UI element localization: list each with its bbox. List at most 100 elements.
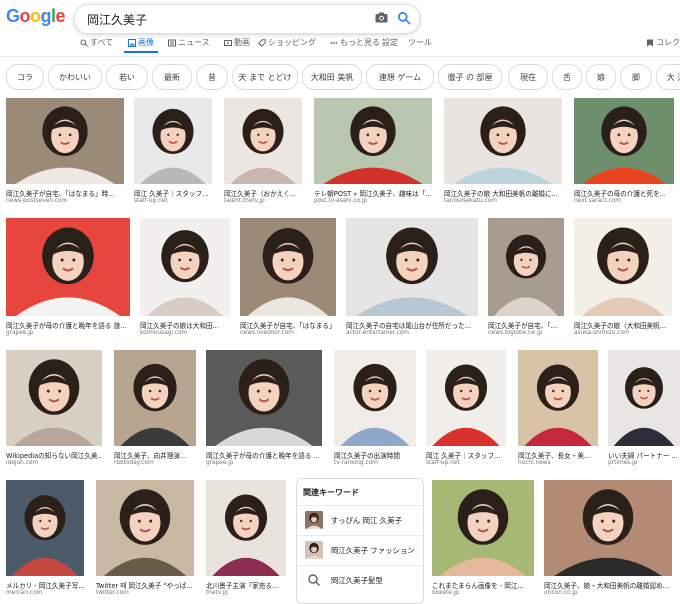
chip[interactable]: 天 まで とどけ [232,64,298,90]
result-title[interactable]: Twitter 때 岡江久美子 "やっぱ... [96,580,194,590]
image-result[interactable]: テレ朝POST » 岡江久美子、趣味は「... post.tv-asahi.co.… [314,98,432,206]
camera-icon[interactable] [375,12,388,23]
image-result[interactable]: Twitter 때 岡江久美子 "やっぱ... twitter.com [96,480,194,598]
result-title[interactable]: 岡江久美子の娘 大和田美帆の離婚に... [444,188,562,198]
result-title[interactable]: 岡江久美子が母の介護と晩年を語る 旅... [6,320,130,330]
result-thumbnail[interactable] [206,480,286,576]
result-title[interactable]: 岡江 久美子｜スタッフ... [426,450,506,460]
related-keyword-item[interactable]: 岡江久美子 ファッション [297,535,423,564]
tab-1[interactable]: すべて [80,37,113,48]
image-result[interactable]: 岡江久美子の娘 大和田美帆の離婚に... tanosiisekatu.com [444,98,562,206]
image-result[interactable]: 岡江久美子の自宅は尾山台が住所だった... actor-entertainer.c… [346,218,478,338]
result-title[interactable]: 岡江久美子（おかえく... [224,188,302,198]
tab-6[interactable]: もっと見る [330,37,380,48]
result-thumbnail[interactable] [6,350,102,446]
result-thumbnail[interactable] [6,218,130,316]
result-thumbnail[interactable] [314,98,432,184]
result-title[interactable]: 岡江久美子、向井理演... [114,450,196,460]
image-result[interactable]: 岡江 久美子｜スタッフ... staff-up.net [426,350,506,468]
chip[interactable]: 大 江戸 [656,64,680,90]
tab-3[interactable]: ニュース [168,37,210,48]
image-result[interactable]: 北川景子主演「家売る... thetv.jp [206,480,286,598]
chip[interactable]: 最新 [152,64,192,90]
result-title[interactable]: 岡江 久美子｜スタッフ... [134,188,212,198]
result-thumbnail[interactable] [488,218,564,316]
chip[interactable]: かわいい [48,64,102,90]
result-title[interactable]: 岡江久美子の娘（大和田美帆... [574,320,672,330]
image-result[interactable]: 岡江久美子、長女・美... hochi.news [518,350,598,468]
result-title[interactable]: 岡江久美子が自宅、「... [488,320,564,330]
result-thumbnail[interactable] [518,350,598,446]
image-result[interactable]: 岡江 久美子｜スタッフ... staff-up.net [134,98,212,206]
result-thumbnail[interactable] [574,218,672,316]
result-thumbnail[interactable] [224,98,302,184]
image-result[interactable]: 岡江久美子、娘・大和田美帆の離婚認め... oricon.co.jp [544,480,672,598]
result-thumbnail[interactable] [432,480,534,576]
result-title[interactable]: いい夫婦 パートナー ... [608,450,680,460]
result-thumbnail[interactable] [574,98,674,184]
search-icon[interactable] [397,11,411,25]
result-thumbnail[interactable] [544,480,672,576]
image-result[interactable]: 岡江久美子が母の介護と晩年を語る 旅... grapee.jp [6,218,130,338]
result-thumbnail[interactable] [426,350,506,446]
tab-8[interactable]: ツール [408,37,432,48]
collections-link[interactable]: コレク [646,37,680,48]
result-thumbnail[interactable] [240,218,336,316]
result-thumbnail[interactable] [96,480,194,576]
result-thumbnail[interactable] [608,350,680,446]
result-thumbnail[interactable] [140,218,230,316]
image-result[interactable]: これまたまらん画像を - 岡江... bokete.jp [432,480,534,598]
result-title[interactable]: 岡江久美子の自宅は尾山台が住所だった... [346,320,478,330]
image-result[interactable]: 岡江久美子（おかえく... talent.thetv.jp [224,98,302,206]
result-thumbnail[interactable] [444,98,562,184]
result-thumbnail[interactable] [346,218,478,316]
chip[interactable]: 昔 [196,64,228,90]
result-thumbnail[interactable] [206,350,322,446]
chip[interactable]: 若い [106,64,148,90]
result-title[interactable]: 岡江久美子の娘は大和田... [140,320,230,330]
image-result[interactable]: 岡江久美子が自宅、「... news.biglobe.ne.jp [488,218,564,338]
result-title[interactable]: テレ朝POST » 岡江久美子、趣味は「... [314,188,432,198]
search-box[interactable]: 岡江久美子 [74,4,420,34]
tab-2[interactable]: 画像 [128,37,154,48]
result-thumbnail[interactable] [134,98,212,184]
chip[interactable]: 娘 [586,64,616,90]
image-result[interactable]: メルカリ - 岡江久美子写... mercari.com [6,480,84,598]
result-title[interactable]: 岡江久美子が自宅、「はなまる」降... [240,320,336,330]
result-title[interactable]: これまたまらん画像を - 岡江... [432,580,534,590]
chip[interactable]: コラ [6,64,44,90]
image-result[interactable]: 岡江久美子が自宅、「はなまる」時... news-postseven.com [6,98,124,206]
result-title[interactable]: Wikipediaの知らない岡江久美... [6,450,102,460]
image-result[interactable]: 岡江久美子が自宅、「はなまる」降...news.livedoor.com [240,218,336,338]
result-title[interactable]: 岡江久美子が母の介護と晩年を語る ... [206,450,322,460]
image-result[interactable]: 岡江久美子、向井理演... rbbtoday.com [114,350,196,468]
result-title[interactable]: 岡江久美子、長女・美... [518,450,598,460]
related-keyword-item[interactable]: すっぴん 岡江 久美子 [297,505,423,534]
image-result[interactable]: 岡江久美子の娘は大和田... koimousagi.com [140,218,230,338]
result-thumbnail[interactable] [114,350,196,446]
chip[interactable]: 徹子 の 部屋 [438,64,502,90]
image-result[interactable]: 岡江久美子の出演時間 tv-ranking.com [334,350,416,468]
tab-5[interactable]: ショッピング [258,37,316,48]
result-title[interactable]: 岡江久美子が自宅、「はなまる」時... [6,188,124,198]
result-thumbnail[interactable] [6,98,124,184]
result-title[interactable]: 岡江久美子の母の介護と死を... [574,188,674,198]
image-result[interactable]: Wikipediaの知らない岡江久美... idejun.com [6,350,102,468]
google-logo[interactable]: Google [6,6,66,27]
chip[interactable]: 現在 [508,64,548,90]
chip[interactable]: 大和田 美帆 [302,64,362,90]
result-title[interactable]: 北川景子主演「家売る... [206,580,286,590]
search-input[interactable]: 岡江久美子 [87,11,147,28]
result-thumbnail[interactable] [334,350,416,446]
result-title[interactable]: 岡江久美子の出演時間 [334,450,416,460]
result-thumbnail[interactable] [6,480,84,576]
image-result[interactable]: 岡江久美子の母の介護と死を... next.saract.com [574,98,674,206]
result-title[interactable]: メルカリ - 岡江久美子写... [6,580,84,590]
chip[interactable]: 脚 [620,64,652,90]
image-result[interactable]: 岡江久美子の娘（大和田美帆... asuka-shimizu.com [574,218,672,338]
chip[interactable]: 舌 [552,64,582,90]
result-title[interactable]: 岡江久美子、娘・大和田美帆の離婚認め... [544,580,672,590]
image-result[interactable]: 岡江久美子が母の介護と晩年を語る ... grapee.jp [206,350,322,468]
image-result[interactable]: いい夫婦 パートナー ... prtimes.jp [608,350,680,468]
chip[interactable]: 連想 ゲーム [366,64,434,90]
